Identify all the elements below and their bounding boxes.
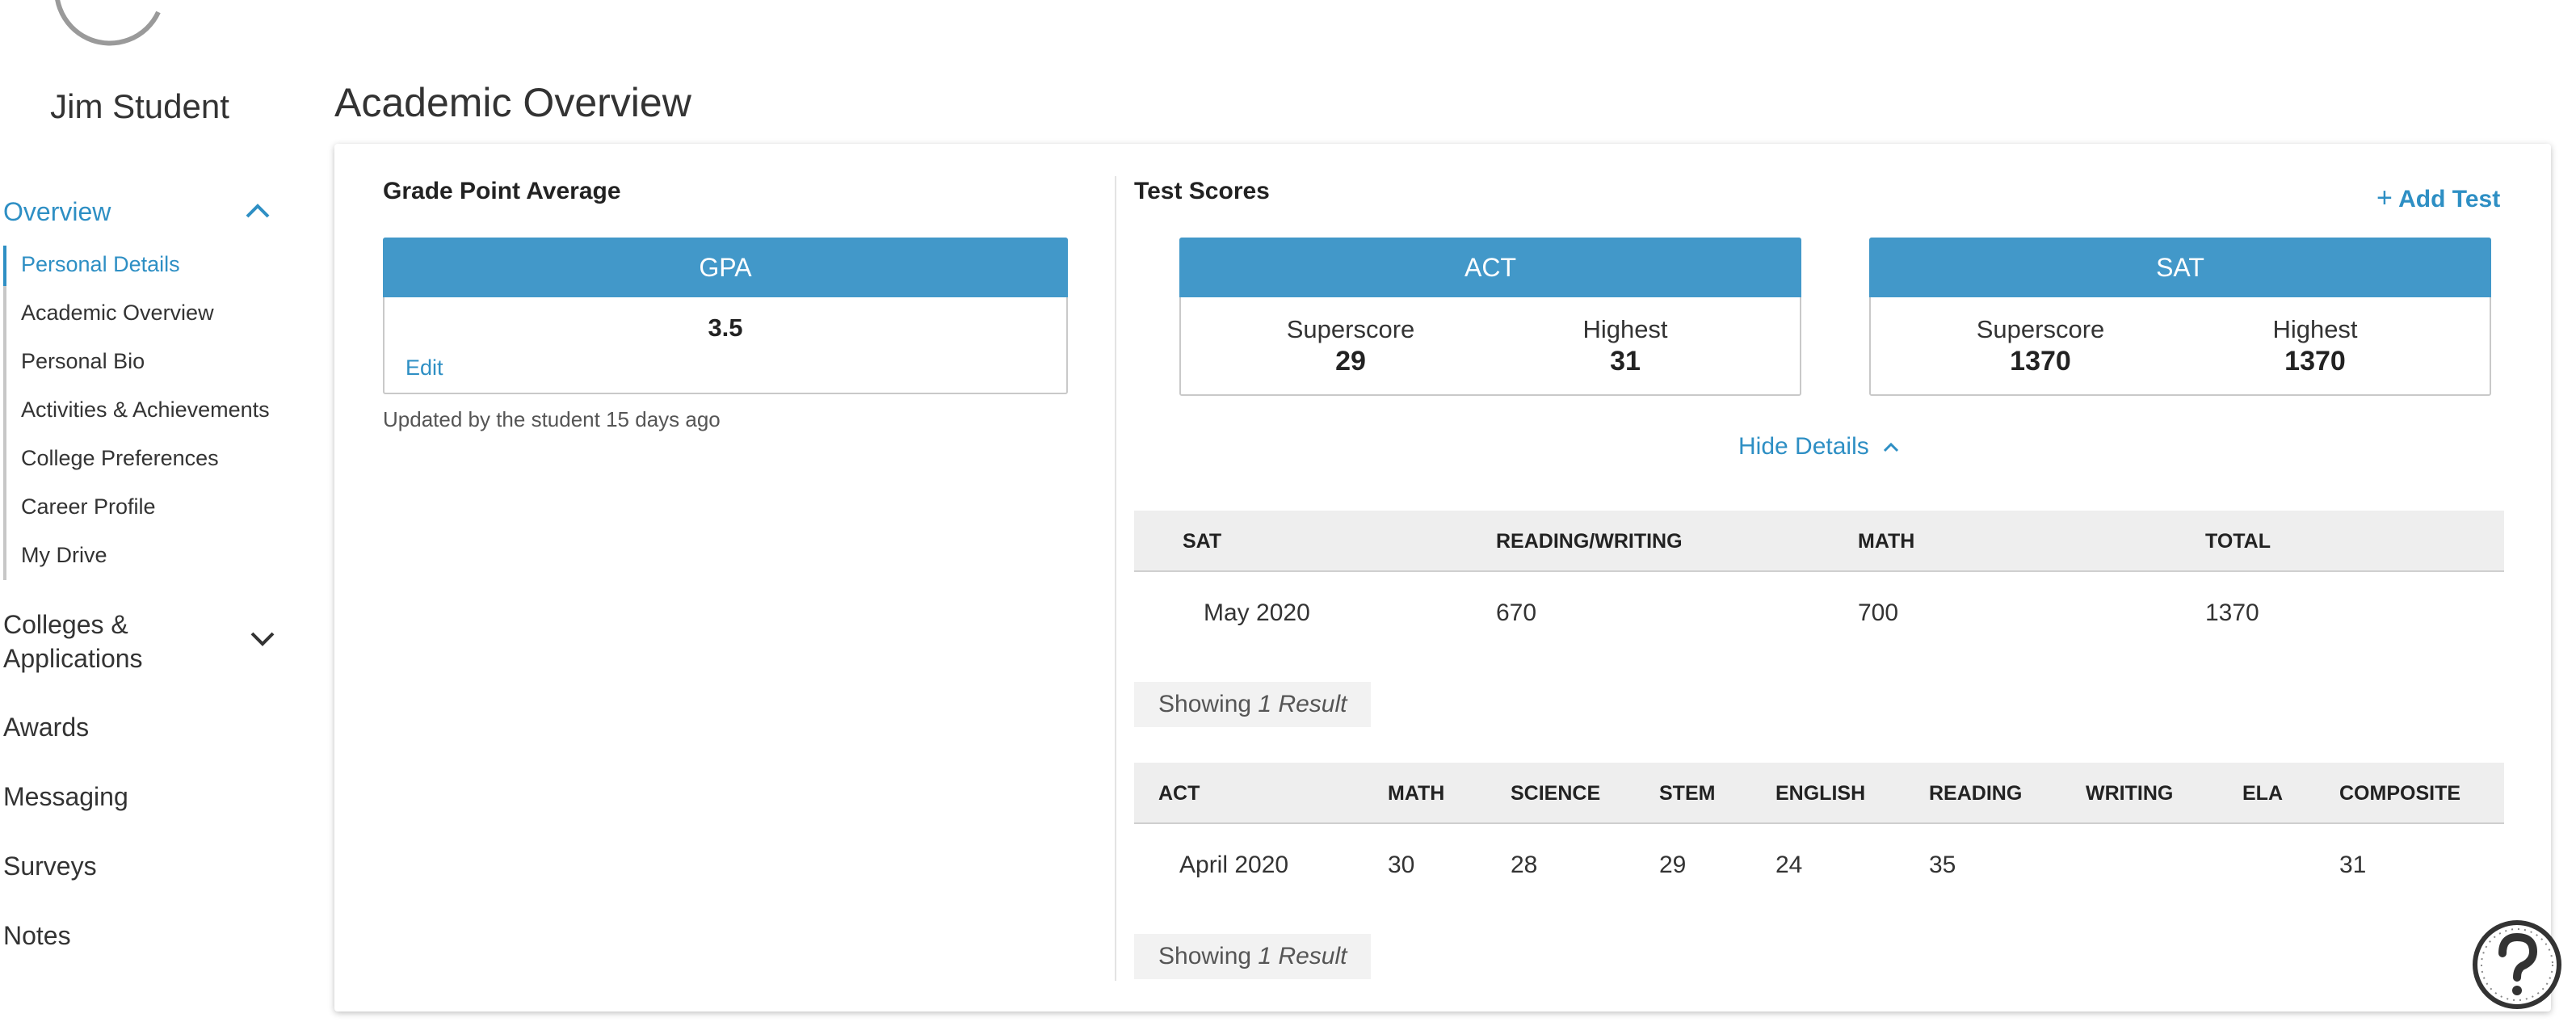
nav-messaging[interactable]: Messaging [3,782,128,812]
nav-colleges-applications[interactable]: Colleges & Applications [3,608,213,675]
subnav-active-indicator [3,246,6,286]
sat-row-total: 1370 [2205,599,2259,626]
nav-surveys[interactable]: Surveys [3,852,97,881]
act-box-title: ACT [1179,238,1801,297]
act-col-stem: STEM [1659,782,1716,805]
act-row-date-link[interactable]: April 2020 [1179,852,1288,879]
act-col-science: SCIENCE [1511,782,1601,805]
sat-score-box: SAT Superscore 1370 Highest 1370 [1869,238,2491,396]
sidebar-item-career-profile[interactable]: Career Profile [21,494,156,519]
sidebar-item-personal-details[interactable]: Personal Details [21,252,180,277]
sat-col-total: TOTAL [2205,530,2271,553]
nav-colleges-line2: Applications [3,644,143,673]
nav-overview[interactable]: Overview [3,197,111,227]
act-col-composite: COMPOSITE [2339,782,2461,805]
sat-showing-prefix: Showing [1158,691,1252,717]
chevron-up-icon [1884,442,1899,452]
nav-awards[interactable]: Awards [3,713,89,742]
sat-table-header: SAT READING/WRITING MATH TOTAL [1134,511,2504,572]
act-showing-result: 1 Result [1258,943,1347,969]
sat-highest-value: 1370 [2284,346,2346,376]
sat-col-math: MATH [1858,530,1915,553]
act-col-ela: ELA [2242,782,2283,805]
student-name: Jim Student [50,87,229,125]
act-highest-label: Highest [1582,315,1668,343]
help-icon[interactable] [2472,919,2562,1010]
page-title: Academic Overview [334,80,691,125]
act-row-composite: 31 [2339,852,2367,878]
tests-section-title: Test Scores [1134,178,1270,204]
sat-superscore-label: Superscore [1976,315,2105,343]
nav-colleges-line1: Colleges & [3,610,128,639]
section-divider [1115,176,1116,981]
plus-icon: + [2376,183,2393,213]
sat-row-math: 700 [1858,599,1899,626]
act-row-english: 24 [1775,852,1803,878]
subnav-rail [3,246,6,580]
act-col-math: MATH [1388,782,1445,805]
act-showing-prefix: Showing [1158,943,1252,969]
act-superscore-label: Superscore [1286,315,1415,343]
act-row-stem: 29 [1659,852,1687,878]
table-row: May 2020 670 700 1370 [1134,570,2504,658]
chevron-up-icon[interactable] [244,202,271,220]
hide-details-label: Hide Details [1738,433,1869,460]
act-highest-value: 31 [1610,346,1641,376]
act-row-reading: 35 [1929,852,1956,878]
act-col-english: ENGLISH [1775,782,1866,805]
sat-showing-result: 1 Result [1258,691,1347,717]
act-score-box: ACT Superscore 29 Highest 31 [1179,238,1801,396]
sidebar-item-my-drive[interactable]: My Drive [21,543,107,568]
gpa-box: GPA 3.5 Edit [383,238,1068,394]
sidebar-item-personal-bio[interactable]: Personal Bio [21,349,145,374]
sat-row-date-link[interactable]: May 2020 [1204,599,1310,627]
table-row: April 2020 30 28 29 24 35 31 [1134,822,2504,910]
gpa-edit-link[interactable]: Edit [406,355,443,381]
act-showing-count: Showing 1 Result [1134,934,1372,979]
sat-superscore-value: 1370 [2010,346,2071,376]
add-test-label: Add Test [2398,186,2501,212]
sat-row-reading-writing: 670 [1496,599,1537,626]
avatar-icon [55,0,161,46]
sat-col-sat: SAT [1183,530,1222,553]
act-table-header: ACT MATH SCIENCE STEM ENGLISH READING WR… [1134,763,2504,824]
sat-highest-label: Highest [2272,315,2358,343]
gpa-updated-text: Updated by the student 15 days ago [383,407,721,431]
sidebar-item-activities-achievements[interactable]: Activities & Achievements [21,397,270,423]
gpa-box-title: GPA [383,238,1068,297]
sidebar-item-academic-overview[interactable]: Academic Overview [21,301,214,326]
add-test-button[interactable]: + Add Test [2376,183,2500,214]
sidebar-item-college-preferences[interactable]: College Preferences [21,446,219,471]
chevron-down-icon[interactable] [249,630,276,648]
act-col-writing: WRITING [2086,782,2174,805]
hide-details-toggle[interactable]: Hide Details [1738,433,1900,461]
sat-showing-count: Showing 1 Result [1134,682,1372,727]
nav-notes[interactable]: Notes [3,921,71,951]
gpa-section-title: Grade Point Average [383,178,621,204]
act-col-reading: READING [1929,782,2023,805]
act-superscore-value: 29 [1335,346,1366,376]
act-row-science: 28 [1511,852,1538,878]
sat-col-reading-writing: READING/WRITING [1496,530,1683,553]
gpa-value: 3.5 [708,313,743,342]
sat-box-title: SAT [1869,238,2491,297]
act-row-math: 30 [1388,852,1415,878]
act-col-act: ACT [1158,782,1200,805]
